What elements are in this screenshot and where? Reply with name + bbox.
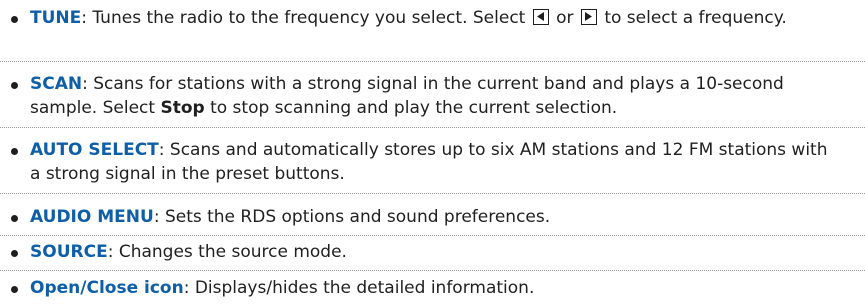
term-scan: SCAN [30,74,83,94]
bullet [11,250,18,257]
bullet [11,148,18,155]
list-item-scan: SCAN: Scans for stations with a strong s… [0,72,840,120]
left-arrow-button-icon [532,9,549,25]
open-close-text: : Displays/hides the detailed informatio… [183,278,535,298]
list-item-open-close: Open/Close icon: Displays/hides the deta… [0,276,840,300]
feature-list: TUNE: Tunes the radio to the frequency y… [0,0,865,306]
list-item-body: Open/Close icon: Displays/hides the deta… [30,276,840,300]
source-text: : Changes the source mode. [107,242,347,262]
bullet [11,215,18,222]
divider [0,127,865,128]
list-item-source: SOURCE: Changes the source mode. [0,240,840,264]
list-item-body: TUNE: Tunes the radio to the frequency y… [30,6,840,30]
scan-text-after: to stop scanning and play the current se… [204,98,618,118]
list-item-body: SCAN: Scans for stations with a strong s… [30,72,840,120]
list-item-body: SOURCE: Changes the source mode. [30,240,840,264]
list-item-tune: TUNE: Tunes the radio to the frequency y… [0,6,840,30]
term-source: SOURCE [30,242,108,262]
term-audio-menu: AUDIO MENU [30,207,154,227]
bullet [11,286,18,293]
right-arrow-button-icon [580,9,597,25]
stop-label: Stop [160,98,205,118]
divider [0,270,865,271]
tune-text-before: : Tunes the radio to the frequency you s… [81,8,531,28]
list-item-auto-select: AUTO SELECT: Scans and automatically sto… [0,138,840,186]
term-open-close-icon: Open/Close icon [30,278,184,298]
list-item-audio-menu: AUDIO MENU: Sets the RDS options and sou… [0,205,840,229]
divider [0,61,865,62]
tune-text-between: or [550,8,579,28]
list-item-body: AUTO SELECT: Scans and automatically sto… [30,138,840,186]
tune-text-after: to select a frequency. [598,8,787,28]
term-tune: TUNE [30,8,82,28]
audio-menu-text: : Sets the RDS options and sound prefere… [153,207,551,227]
list-item-body: AUDIO MENU: Sets the RDS options and sou… [30,205,840,229]
term-auto-select: AUTO SELECT [30,140,159,160]
bullet [11,16,18,23]
divider [0,235,865,236]
bullet [11,82,18,89]
divider [0,193,865,194]
